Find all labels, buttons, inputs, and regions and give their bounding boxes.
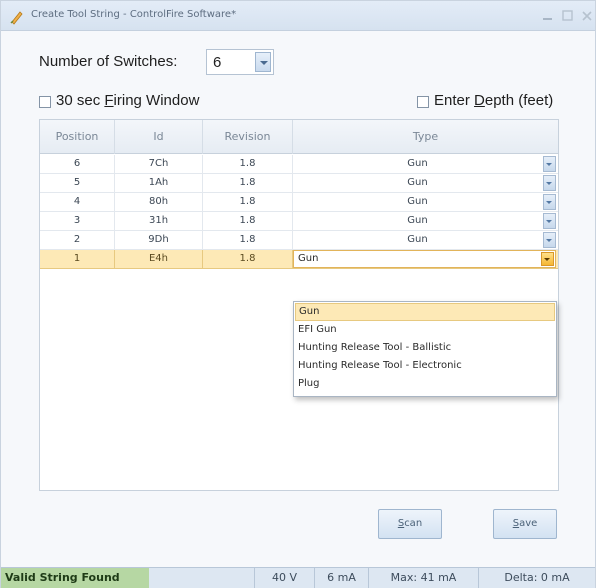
cell-revision: 1.8 [203,231,293,249]
cell-id: 9Dh [115,231,203,249]
cell-type[interactable]: Gun [293,155,542,173]
close-icon[interactable] [578,7,596,25]
firing-window-checkbox[interactable] [39,96,51,108]
firing-window-accel-key: F [104,92,114,109]
table-row-selected[interactable]: 1 E4h 1.8 Gun [40,250,558,269]
column-header-position[interactable]: Position [40,120,115,154]
cell-id: 1Ah [115,174,203,192]
minimize-icon[interactable] [539,7,557,25]
status-current: 6 mA [314,568,368,588]
create-tool-string-window: Create Tool String - ControlFire Softwar… [0,0,596,588]
scan-label: can [404,518,423,529]
chevron-down-icon[interactable] [543,194,556,210]
chevron-down-icon[interactable] [255,52,271,72]
cell-type[interactable]: Gun [293,174,542,192]
firing-window-label[interactable]: 30 sec Firing Window [56,92,199,109]
table-row[interactable]: 2 9Dh 1.8 Gun [40,231,558,250]
save-button[interactable]: Save [493,509,557,539]
firing-window-label-text: 30 sec [56,92,105,109]
cell-position: 4 [40,193,115,211]
enter-depth-label[interactable]: Enter Depth (feet) [434,92,553,109]
cell-position: 2 [40,231,115,249]
number-of-switches-label: Number of Switches: [39,53,178,70]
status-bar: Valid String Found 40 V 6 mA Max: 41 mA … [1,567,595,588]
app-icon [10,11,23,25]
dropdown-option-hunting-release-electronic[interactable]: Hunting Release Tool - Electronic [295,357,555,375]
column-header-revision[interactable]: Revision [203,120,293,154]
save-label: ave [519,518,538,529]
enter-depth-accel-key: D [474,92,485,109]
column-header-id[interactable]: Id [115,120,203,154]
chevron-down-icon[interactable] [543,232,556,248]
dropdown-option-gun[interactable]: Gun [295,303,555,321]
cell-revision: 1.8 [203,174,293,192]
status-max-current: Max: 41 mA [368,568,478,588]
scan-button[interactable]: Scan [378,509,442,539]
type-combo-editor[interactable]: Gun [293,250,556,268]
type-dropdown-list[interactable]: Gun EFI Gun Hunting Release Tool - Balli… [293,301,557,397]
cell-position: 5 [40,174,115,192]
dropdown-option-hunting-release-ballistic[interactable]: Hunting Release Tool - Ballistic [295,339,555,357]
column-header-type[interactable]: Type [293,120,558,154]
firing-window-label-text-rest: iring Window [113,92,200,109]
chevron-down-icon[interactable] [541,252,554,266]
table-row[interactable]: 3 31h 1.8 Gun [40,212,558,231]
cell-id: 7Ch [115,155,203,173]
table-row[interactable]: 4 80h 1.8 Gun [40,193,558,212]
cell-type[interactable]: Gun [293,231,542,249]
cell-position: 1 [40,250,115,268]
number-of-switches-value: 6 [213,54,222,71]
table-row[interactable]: 5 1Ah 1.8 Gun [40,174,558,193]
enter-depth-label-text: Enter [434,92,475,109]
cell-revision: 1.8 [203,155,293,173]
cell-revision: 1.8 [203,250,293,268]
cell-id: 80h [115,193,203,211]
title-bar[interactable]: Create Tool String - ControlFire Softwar… [1,1,595,31]
chevron-down-icon[interactable] [543,156,556,172]
status-delta-current: Delta: 0 mA [478,568,595,588]
maximize-icon[interactable] [559,7,577,25]
enter-depth-label-text-rest: epth (feet) [484,92,554,109]
table-row[interactable]: 6 7Ch 1.8 Gun [40,155,558,174]
number-of-switches-combo[interactable]: 6 [206,49,274,75]
enter-depth-checkbox[interactable] [417,96,429,108]
chevron-down-icon[interactable] [543,213,556,229]
cell-type[interactable]: Gun [293,212,542,230]
cell-position: 3 [40,212,115,230]
chevron-down-icon[interactable] [543,175,556,191]
type-combo-value: Gun [298,253,319,264]
status-voltage: 40 V [254,568,314,588]
status-message: Valid String Found [1,568,149,588]
cell-id: 31h [115,212,203,230]
cell-revision: 1.8 [203,193,293,211]
grid-header: Position Id Revision Type [40,120,558,154]
cell-type[interactable]: Gun [293,193,542,211]
cell-position: 6 [40,155,115,173]
dropdown-option-efi-gun[interactable]: EFI Gun [295,321,555,339]
cell-revision: 1.8 [203,212,293,230]
window-title: Create Tool String - ControlFire Softwar… [31,9,237,20]
dropdown-option-plug[interactable]: Plug [295,375,555,393]
cell-id: E4h [115,250,203,268]
